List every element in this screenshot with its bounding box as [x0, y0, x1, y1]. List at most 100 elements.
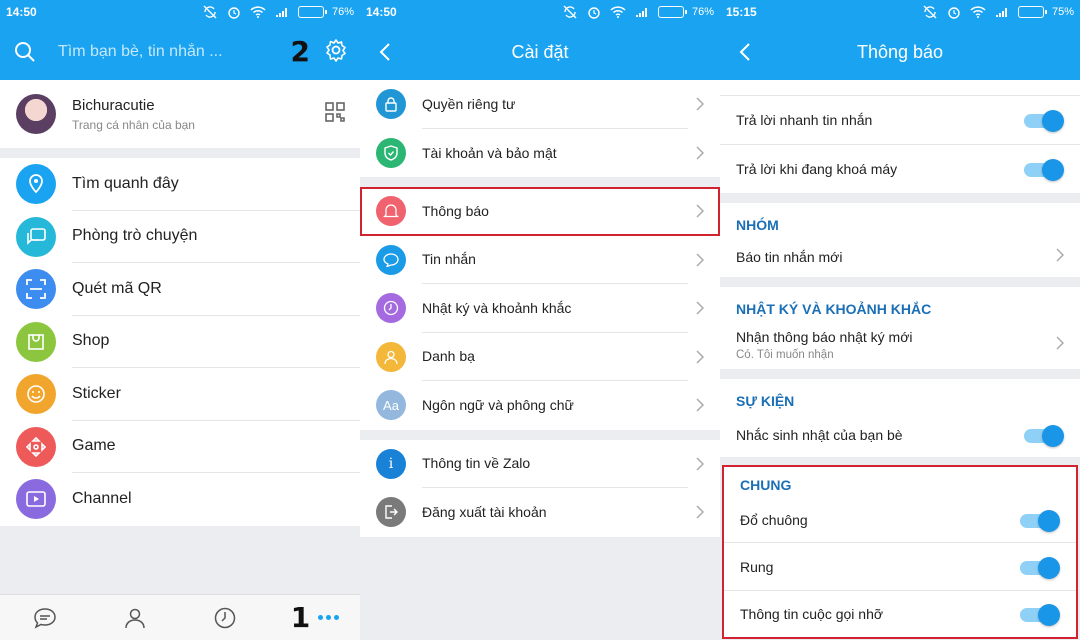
- notif-label: Nhận thông báo nhật ký mới: [736, 329, 913, 345]
- battery-percent: 75%: [1051, 6, 1074, 18]
- status-time: 14:50: [366, 5, 397, 19]
- battery-icon: [297, 6, 327, 18]
- menu-item-label: Game: [72, 421, 360, 473]
- settings-item-label: Tài khoản và bảo mật: [422, 144, 557, 161]
- toggle-switch[interactable]: [1024, 109, 1064, 132]
- section-title-general: CHUNG: [724, 467, 1076, 497]
- chevron-right-icon: [688, 301, 712, 315]
- section-general-highlight: CHUNG Đổ chuông Rung Thông tin cuộc gọi …: [722, 465, 1078, 639]
- notif-sub: Có. Tôi muốn nhận: [736, 349, 834, 361]
- person-icon: [376, 341, 406, 372]
- search-icon[interactable]: [14, 41, 44, 63]
- alarm-icon: [946, 5, 962, 19]
- menu-item-shop[interactable]: Shop: [0, 316, 360, 368]
- font-icon: Aa: [376, 390, 406, 421]
- more-button[interactable]: 1: [270, 600, 360, 634]
- qr-code-icon[interactable]: [324, 101, 346, 128]
- notif-label: Nhắc sinh nhật của bạn bè: [736, 427, 903, 443]
- status-bar: 14:50 76%: [360, 0, 720, 24]
- settings-item-logout[interactable]: Đăng xuất tài khoản: [360, 488, 720, 537]
- notif-label: Trả lời nhanh tin nhắn: [736, 111, 873, 128]
- notif-reply-locked: Trả lời khi đang khoá máy: [720, 144, 1080, 193]
- status-time: 14:50: [6, 5, 37, 19]
- chevron-right-icon: [688, 398, 712, 412]
- notif-diary-new[interactable]: Nhận thông báo nhật ký mới Có. Tôi muốn …: [720, 321, 1080, 369]
- contacts-icon[interactable]: [90, 606, 180, 630]
- messages-icon[interactable]: [0, 606, 90, 630]
- settings-item-privacy[interactable]: Quyền riêng tư: [360, 80, 720, 129]
- notif-label: Báo tin nhắn mới: [736, 249, 843, 265]
- menu-item-label: Channel: [72, 490, 132, 508]
- annotation-mark-1: 1: [290, 600, 311, 634]
- wifi-icon: [970, 5, 986, 19]
- battery-percent: 76%: [331, 6, 354, 18]
- toggle-switch[interactable]: [1024, 158, 1064, 181]
- chevron-right-icon: [688, 204, 712, 218]
- settings-item-diary[interactable]: Nhật ký và khoảnh khắc: [360, 284, 720, 333]
- alarm-icon: [226, 5, 242, 19]
- panel-settings: 14:50 76% Cài đặt Quyền riêng tư Tài kho…: [360, 0, 720, 640]
- signal-icon: [994, 5, 1010, 19]
- wifi-icon: [250, 5, 266, 19]
- notif-quick-reply: Trả lời nhanh tin nhắn: [720, 96, 1080, 145]
- location-pin-icon: [16, 164, 56, 205]
- chevron-right-icon: [688, 97, 712, 111]
- settings-item-label: Đăng xuất tài khoản: [422, 504, 547, 521]
- gear-icon[interactable]: [324, 38, 348, 67]
- chat-rooms-icon: [16, 216, 56, 257]
- notif-missed-call: Thông tin cuộc gọi nhỡ: [724, 591, 1076, 637]
- back-arrow-icon[interactable]: [360, 24, 410, 80]
- chevron-right-icon: [688, 457, 712, 471]
- sync-off-icon: [202, 5, 218, 19]
- menu-item-sticker[interactable]: Sticker: [0, 368, 360, 421]
- settings-item-label: Nhật ký và khoảnh khắc: [422, 299, 572, 316]
- shield-icon: [376, 137, 406, 168]
- notif-group-new-message[interactable]: Báo tin nhắn mới: [720, 237, 1080, 277]
- message-icon: [376, 244, 406, 275]
- qr-scan-icon: [16, 269, 56, 310]
- profile-row[interactable]: Bichuracutie Trang cá nhân của bạn: [0, 80, 360, 148]
- settings-item-about-zalo[interactable]: i Thông tin về Zalo: [360, 440, 720, 488]
- avatar[interactable]: [16, 94, 56, 134]
- settings-item-label: Quyền riêng tư: [422, 95, 516, 112]
- settings-item-notifications[interactable]: Thông báo: [360, 187, 720, 236]
- timeline-icon[interactable]: [180, 606, 270, 630]
- settings-item-contacts[interactable]: Danh bạ: [360, 333, 720, 381]
- toggle-switch[interactable]: [1024, 425, 1064, 447]
- back-arrow-icon[interactable]: [720, 24, 770, 80]
- sync-off-icon: [562, 5, 578, 19]
- status-bar: 14:50 76%: [0, 0, 360, 24]
- menu-item-label: Tìm quanh đây: [72, 158, 360, 211]
- chevron-right-icon: [1056, 335, 1065, 355]
- menu-item-game[interactable]: Game: [0, 421, 360, 473]
- signal-icon: [634, 5, 650, 19]
- battery-icon: [1017, 6, 1047, 18]
- menu-item-qr-scan[interactable]: Quét mã QR: [0, 263, 360, 316]
- lock-icon: [376, 89, 406, 120]
- logout-icon: [376, 497, 406, 528]
- toggle-switch[interactable]: [1020, 509, 1060, 532]
- menu-item-label: Quét mã QR: [72, 263, 360, 316]
- settings-item-language-font[interactable]: Aa Ngôn ngữ và phông chữ: [360, 381, 720, 430]
- clock-icon: [376, 293, 406, 324]
- wifi-icon: [610, 5, 626, 19]
- chevron-right-icon: [1056, 247, 1065, 267]
- menu-item-nearby[interactable]: Tìm quanh đây: [0, 158, 360, 211]
- section-title-events: SỰ KIỆN: [720, 379, 1080, 413]
- toggle-switch[interactable]: [1020, 604, 1060, 626]
- settings-item-account-security[interactable]: Tài khoản và bảo mật: [360, 129, 720, 178]
- panel-notifications: 15:15 75% Thông báo Trả lời nhanh tin nh…: [720, 0, 1080, 640]
- status-bar: 15:15 75%: [720, 0, 1080, 24]
- status-time: 15:15: [726, 5, 757, 19]
- menu-item-chat-rooms[interactable]: Phòng trò chuyện: [0, 211, 360, 263]
- signal-icon: [274, 5, 290, 19]
- search-input[interactable]: [58, 43, 291, 61]
- toggle-switch[interactable]: [1020, 556, 1060, 579]
- menu-item-label: Sticker: [72, 368, 360, 421]
- profile-name: Bichuracutie: [72, 96, 155, 114]
- more-icon: [318, 615, 340, 620]
- menu-item-channel[interactable]: Channel: [0, 473, 360, 526]
- settings-item-label: Ngôn ngữ và phông chữ: [422, 397, 574, 414]
- settings-item-messages[interactable]: Tin nhắn: [360, 236, 720, 284]
- search-bar: 2: [0, 24, 360, 80]
